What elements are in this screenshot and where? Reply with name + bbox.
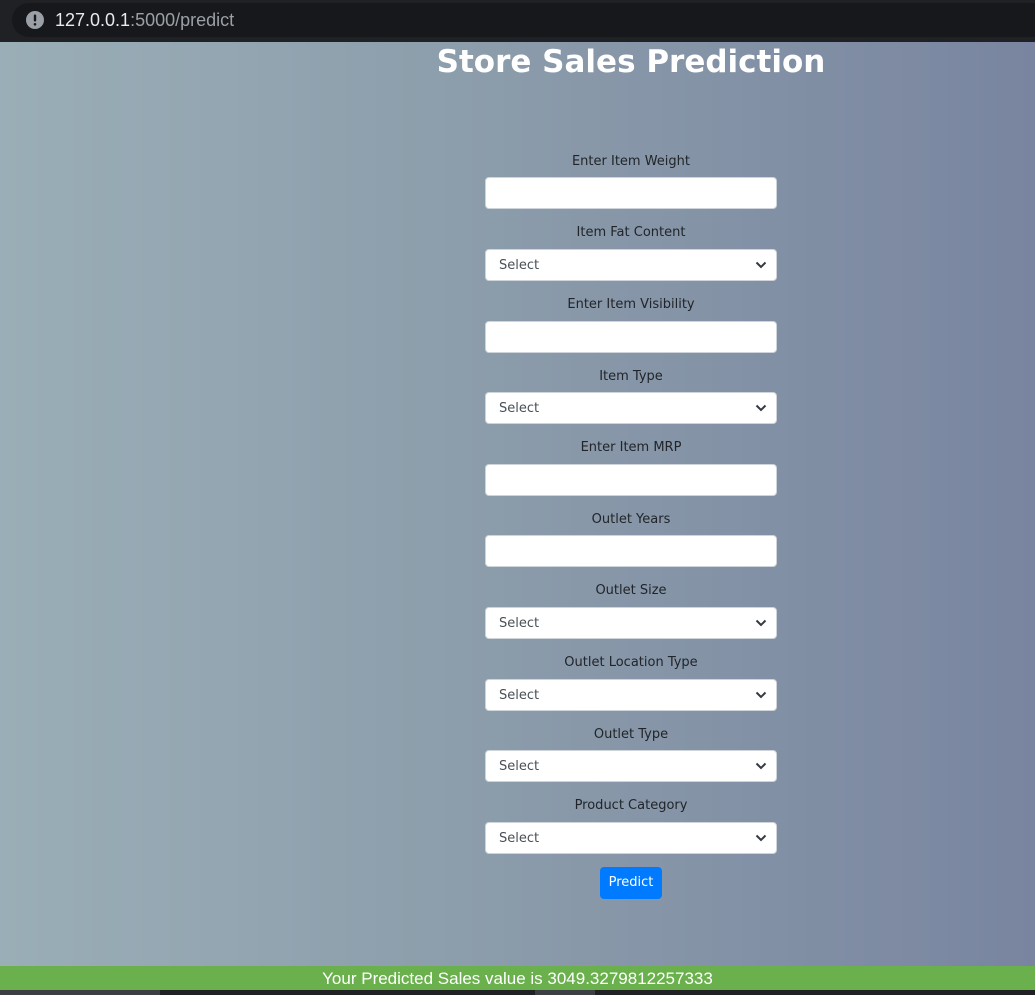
chevron-down-icon bbox=[755, 404, 767, 412]
outlet-type-label: Outlet Type bbox=[593, 727, 669, 742]
fat-content-label: Item Fat Content bbox=[576, 225, 686, 240]
product-category-select[interactable]: Select bbox=[485, 822, 777, 854]
outlet-size-selected-value: Select bbox=[499, 616, 540, 631]
outlet-location-type-select[interactable]: Select bbox=[485, 679, 777, 711]
outlet-location-type-label: Outlet Location Type bbox=[564, 655, 698, 670]
item-weight-input[interactable] bbox=[485, 177, 777, 209]
url-host: 127.0.0.1 bbox=[55, 10, 131, 30]
fat-content-select[interactable]: Select bbox=[485, 249, 777, 281]
url-text[interactable]: 127.0.0.1:5000/predict bbox=[55, 10, 234, 31]
chevron-down-icon bbox=[755, 619, 767, 627]
outlet-location-type-selected-value: Select bbox=[499, 688, 540, 703]
product-category-label: Product Category bbox=[574, 798, 688, 813]
chevron-down-icon bbox=[755, 762, 767, 770]
item-type-selected-value: Select bbox=[499, 401, 540, 416]
item-mrp-label: Enter Item MRP bbox=[580, 440, 682, 455]
outlet-size-label: Outlet Size bbox=[595, 583, 667, 598]
outlet-years-input[interactable] bbox=[485, 535, 777, 567]
url-path: :5000/predict bbox=[130, 10, 235, 30]
predict-button[interactable]: Predict bbox=[600, 867, 662, 899]
item-visibility-label: Enter Item Visibility bbox=[567, 297, 695, 312]
browser-toolbar: 127.0.0.1:5000/predict bbox=[0, 0, 1035, 42]
item-type-select[interactable]: Select bbox=[485, 392, 777, 424]
chevron-down-icon bbox=[755, 261, 767, 269]
outlet-size-select[interactable]: Select bbox=[485, 607, 777, 639]
outlet-type-select[interactable]: Select bbox=[485, 750, 777, 782]
product-category-selected-value: Select bbox=[499, 831, 540, 846]
info-icon[interactable] bbox=[26, 11, 44, 29]
item-mrp-input[interactable] bbox=[485, 464, 777, 496]
page-title: Store Sales Prediction bbox=[436, 44, 826, 80]
item-visibility-input[interactable] bbox=[485, 321, 777, 353]
outlet-years-label: Outlet Years bbox=[591, 512, 671, 527]
chevron-down-icon bbox=[755, 834, 767, 842]
bottom-edge bbox=[0, 990, 1035, 995]
bottom-edge-segment bbox=[535, 990, 595, 995]
bottom-edge-segment bbox=[0, 990, 160, 995]
fat-content-selected-value: Select bbox=[499, 258, 540, 273]
item-type-label: Item Type bbox=[599, 369, 663, 384]
chevron-down-icon bbox=[755, 691, 767, 699]
item-weight-label: Enter Item Weight bbox=[571, 154, 691, 169]
prediction-result: Your Predicted Sales value is 3049.32798… bbox=[0, 966, 1035, 990]
address-bar[interactable]: 127.0.0.1:5000/predict bbox=[12, 3, 1035, 37]
outlet-type-selected-value: Select bbox=[499, 759, 540, 774]
